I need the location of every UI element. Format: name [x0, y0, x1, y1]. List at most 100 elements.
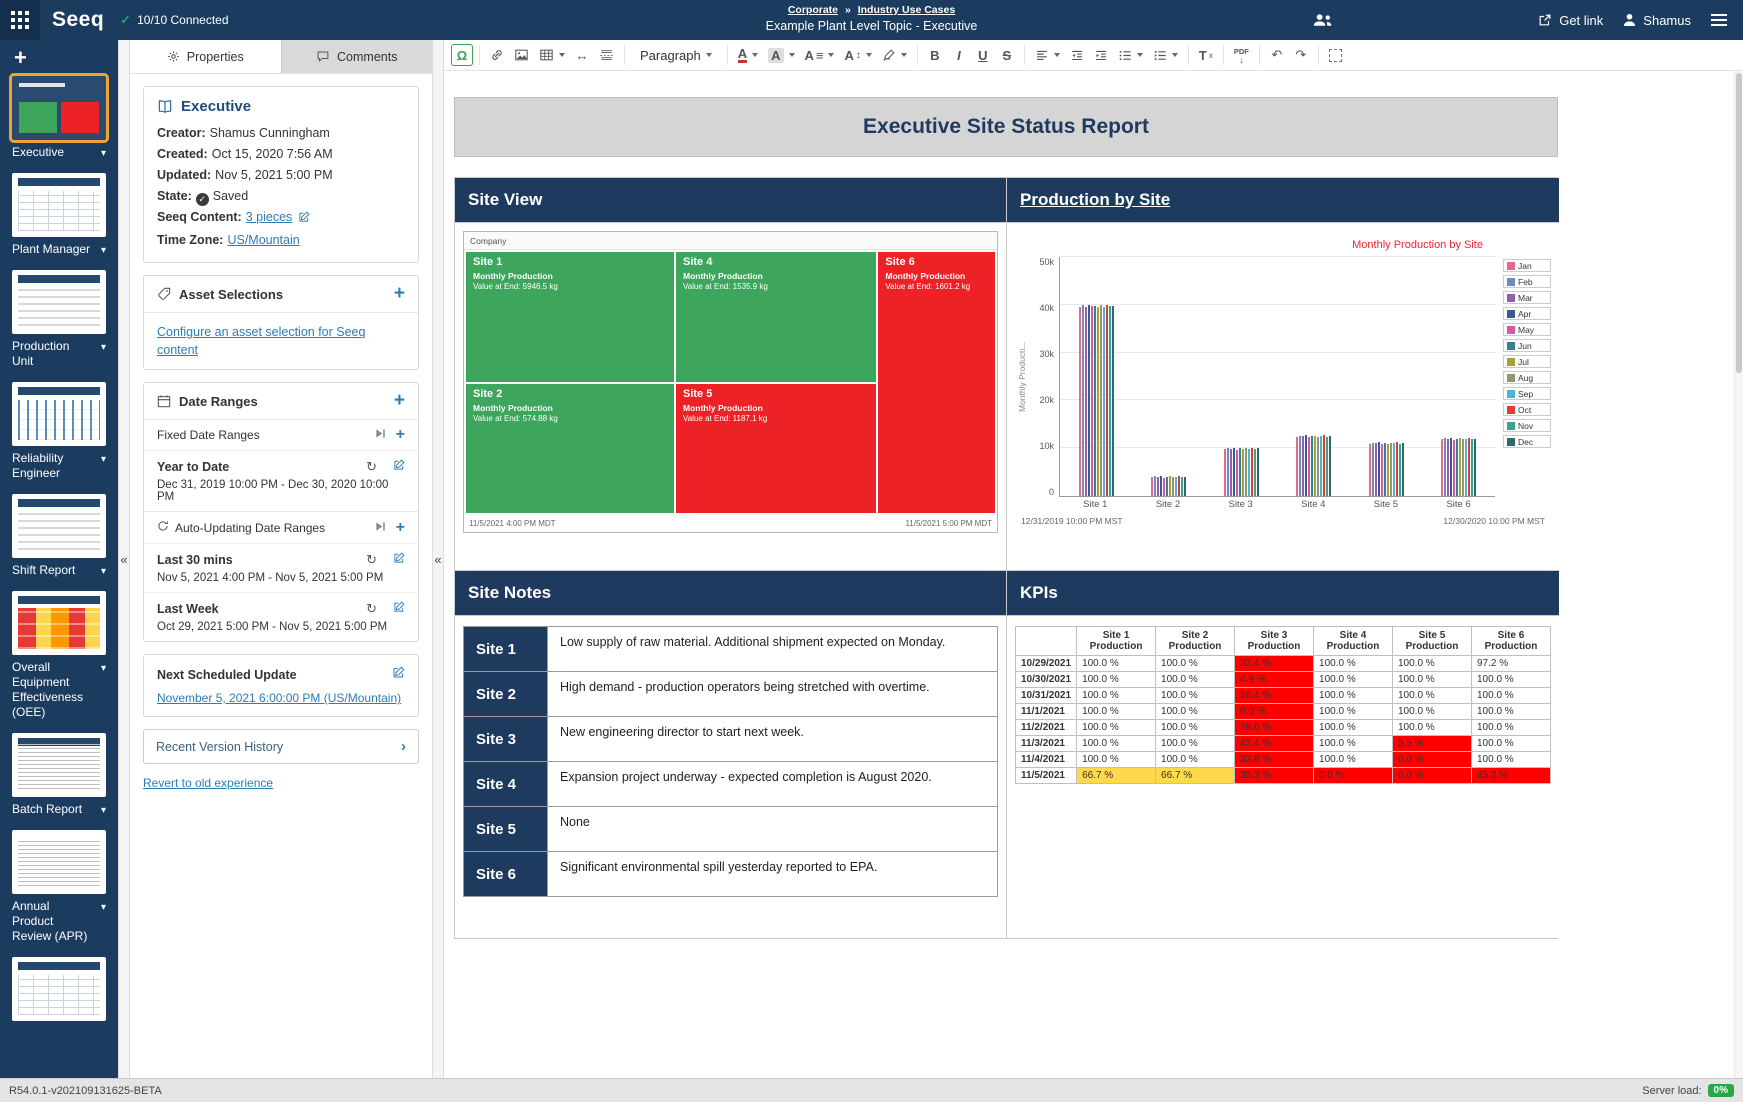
- add-asset-selection-button[interactable]: +: [394, 286, 405, 302]
- signature-dropdown[interactable]: [878, 43, 911, 67]
- jump-to-date-icon[interactable]: [375, 521, 386, 535]
- property-field: Created:Oct 15, 2020 7:56 AM: [157, 144, 405, 165]
- thumb-decor: [18, 741, 100, 789]
- highlight-color-dropdown[interactable]: A: [764, 43, 798, 67]
- insert-link-button[interactable]: [486, 43, 508, 67]
- strikethrough-button[interactable]: S: [996, 43, 1018, 67]
- breadcrumb-industry-use-cases[interactable]: Industry Use Cases: [858, 4, 955, 16]
- chevron-down-icon[interactable]: ▾: [101, 661, 106, 676]
- sidebar-item-batch-report[interactable]: Batch Report▾: [12, 733, 106, 817]
- add-date-range-button[interactable]: +: [396, 429, 405, 441]
- refresh-date-range-icon[interactable]: ↻: [366, 461, 377, 473]
- field-link[interactable]: US/Mountain: [227, 233, 299, 247]
- field-link[interactable]: 3 pieces: [246, 210, 293, 224]
- font-size-dropdown[interactable]: A↕: [840, 43, 875, 67]
- sidebar-item-overall-equipment-effectiveness-oee[interactable]: Overall Equipment Effectiveness (OEE)▾: [12, 591, 106, 720]
- recent-version-history-button[interactable]: Recent Version History ›: [143, 729, 419, 764]
- sidebar-item-annual-product-review-apr[interactable]: Annual Product Review (APR)▾: [12, 830, 106, 944]
- jump-to-date-icon[interactable]: [375, 428, 386, 442]
- full-width-button[interactable]: ↔: [571, 43, 593, 67]
- insert-table-button[interactable]: [535, 43, 569, 67]
- site-view-treemap[interactable]: Company Site 1 Monthly Production Value …: [463, 231, 998, 533]
- next-update-link[interactable]: November 5, 2021 6:00:00 PM (US/Mountain…: [157, 691, 405, 705]
- report-thumbnail[interactable]: [12, 270, 106, 334]
- date-range-entry[interactable]: Last Week↻Oct 29, 2021 5:00 PM - Nov 5, …: [144, 592, 418, 641]
- clear-formatting-button[interactable]: Tx: [1195, 43, 1217, 67]
- tab-properties[interactable]: Properties: [130, 40, 281, 73]
- manage-access-button[interactable]: [1312, 13, 1333, 27]
- refresh-date-range-icon[interactable]: ↻: [366, 554, 377, 566]
- insert-seeq-content-button[interactable]: Ω: [451, 44, 473, 66]
- kpi-value-cell: 100.0 %: [1077, 736, 1156, 752]
- add-date-range-button[interactable]: +: [396, 522, 405, 534]
- report-thumbnail[interactable]: [12, 76, 106, 140]
- date-range-entry[interactable]: Year to Date↻Dec 31, 2019 10:00 PM - Dec…: [144, 450, 418, 511]
- redo-button[interactable]: ↷: [1290, 43, 1312, 67]
- apps-menu-button[interactable]: [0, 0, 40, 40]
- sidebar-item-partial-8[interactable]: [12, 957, 106, 1021]
- chevron-down-icon[interactable]: ▾: [101, 146, 106, 161]
- ordered-list-dropdown[interactable]: [1114, 43, 1147, 67]
- sidebar-item-production-unit[interactable]: Production Unit▾: [12, 270, 106, 369]
- sidebar-item-shift-report[interactable]: Shift Report▾: [12, 494, 106, 578]
- report-thumbnail[interactable]: [12, 733, 106, 797]
- chevron-down-icon[interactable]: ▾: [101, 452, 106, 467]
- edit-content-icon[interactable]: [298, 209, 310, 230]
- align-dropdown[interactable]: [1031, 43, 1064, 67]
- sidebar-item-plant-manager[interactable]: Plant Manager▾: [12, 173, 106, 257]
- paragraph-style-dropdown[interactable]: Paragraph: [631, 43, 721, 67]
- report-thumbnail[interactable]: [12, 957, 106, 1021]
- report-thumbnail[interactable]: [12, 830, 106, 894]
- report-thumbnail[interactable]: [12, 173, 106, 237]
- report-thumbnail[interactable]: [12, 494, 106, 558]
- panel-collapse-handle[interactable]: «: [432, 40, 444, 1078]
- indent-button[interactable]: [1090, 43, 1112, 67]
- sidebar-collapse-handle[interactable]: «: [118, 40, 130, 1078]
- chevron-down-icon[interactable]: ▾: [101, 564, 106, 579]
- bold-button[interactable]: B: [924, 43, 946, 67]
- date-range-entry[interactable]: Last 30 mins↻Nov 5, 2021 4:00 PM - Nov 5…: [144, 543, 418, 592]
- user-menu-button[interactable]: Shamus: [1623, 13, 1691, 28]
- pdf-export-button[interactable]: PDF↓: [1230, 43, 1253, 67]
- refresh-date-range-icon[interactable]: ↻: [366, 603, 377, 615]
- outdent-button[interactable]: [1066, 43, 1088, 67]
- add-date-range-button[interactable]: +: [394, 393, 405, 409]
- scrollbar-thumb[interactable]: [1736, 73, 1742, 373]
- topic-document[interactable]: Executive Site Status Report Site View P…: [444, 71, 1743, 1078]
- border-toggle-button[interactable]: [1325, 43, 1347, 67]
- edit-date-range-icon[interactable]: [393, 600, 405, 618]
- edit-schedule-icon[interactable]: [392, 666, 405, 684]
- sidebar-item-reliability-engineer[interactable]: Reliability Engineer▾: [12, 382, 106, 481]
- undo-button[interactable]: ↶: [1266, 43, 1288, 67]
- chevron-down-icon[interactable]: ▾: [101, 803, 106, 818]
- add-document-button[interactable]: +: [0, 46, 41, 76]
- production-chart[interactable]: Monthly Production by Site Monthly Produ…: [1015, 231, 1551, 533]
- italic-button[interactable]: I: [948, 43, 970, 67]
- chevron-down-icon[interactable]: ▾: [101, 340, 106, 355]
- tab-comments[interactable]: Comments: [281, 40, 433, 73]
- breadcrumb-corporate[interactable]: Corporate: [788, 4, 838, 16]
- bar: [1254, 449, 1256, 496]
- chevron-down-icon[interactable]: ▾: [101, 243, 106, 258]
- configure-asset-selection-link[interactable]: Configure an asset selection for Seeq co…: [157, 325, 365, 357]
- legend-label: Apr: [1518, 309, 1531, 319]
- hamburger-menu-button[interactable]: [1711, 14, 1727, 26]
- get-link-button[interactable]: Get link: [1538, 13, 1603, 28]
- page-break-button[interactable]: [595, 43, 618, 67]
- font-family-dropdown[interactable]: A≡: [801, 43, 839, 67]
- sidebar-item-executive[interactable]: Executive▾: [12, 76, 106, 160]
- edit-date-range-icon[interactable]: [393, 458, 405, 476]
- treemap-tile-site-4: Site 4 Monthly Production Value at End: …: [676, 252, 876, 382]
- report-thumbnail[interactable]: [12, 591, 106, 655]
- site-note-cell: None: [548, 807, 998, 852]
- revert-to-old-experience-link[interactable]: Revert to old experience: [143, 776, 273, 790]
- underline-button[interactable]: U: [972, 43, 994, 67]
- text-color-dropdown[interactable]: A: [734, 43, 762, 67]
- chevron-down-icon[interactable]: ▾: [101, 900, 106, 915]
- tile-name: Site 4: [683, 256, 869, 268]
- report-thumbnail[interactable]: [12, 382, 106, 446]
- edit-date-range-icon[interactable]: [393, 551, 405, 569]
- document-scrollbar[interactable]: [1734, 71, 1743, 1078]
- unordered-list-dropdown[interactable]: [1149, 43, 1182, 67]
- insert-image-button[interactable]: [510, 43, 533, 67]
